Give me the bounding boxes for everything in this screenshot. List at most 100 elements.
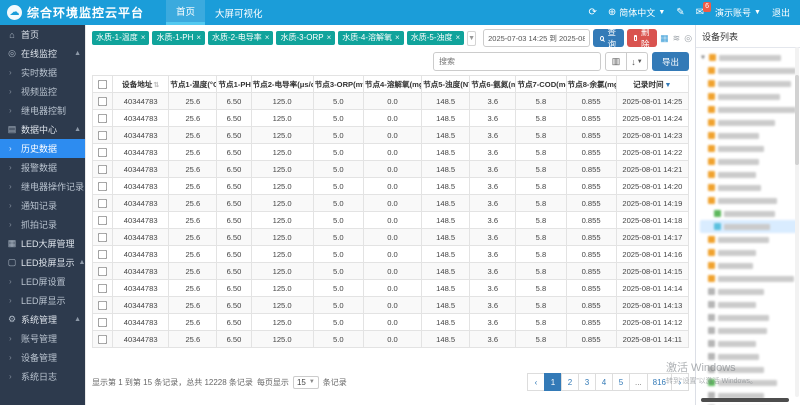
row-checkbox[interactable] (98, 334, 107, 343)
line-view-icon[interactable]: ≋ (673, 33, 681, 44)
column-header[interactable]: 设备地址⇅ (113, 76, 169, 93)
device-tree-item[interactable] (700, 207, 798, 220)
row-checkbox[interactable] (98, 249, 107, 258)
per-page-select[interactable]: 15 ▼ (293, 376, 319, 389)
column-header[interactable]: 节点2-电导率(μs/cm) (251, 76, 313, 93)
sort-desc-icon[interactable]: ▼ (665, 82, 672, 89)
device-tree-item[interactable] (700, 220, 798, 233)
sidebar-item[interactable]: ›视频监控 (0, 82, 85, 101)
device-tree-item[interactable] (700, 129, 798, 142)
sidebar-item[interactable]: ›系统日志 (0, 367, 85, 386)
select-all-checkbox[interactable] (98, 79, 107, 88)
export-button[interactable]: 导出 (652, 52, 689, 71)
device-tree-item[interactable] (700, 142, 798, 155)
tag-close-icon[interactable]: × (395, 34, 400, 42)
pagination-page[interactable]: 4 (595, 373, 613, 391)
search-input[interactable] (433, 52, 601, 71)
edit-icon[interactable]: ✎ (676, 7, 684, 18)
device-tree-item[interactable] (700, 155, 798, 168)
sidebar-item[interactable]: ◎在线监控▲ (0, 44, 85, 63)
row-checkbox[interactable] (98, 232, 107, 241)
tag-close-icon[interactable]: × (327, 34, 332, 42)
logout-button[interactable]: 退出 (772, 6, 790, 19)
sidebar-item[interactable]: ▤数据中心▲ (0, 120, 85, 139)
column-header[interactable]: 节点7-COD(mg/L) (516, 76, 566, 93)
row-checkbox[interactable] (98, 164, 107, 173)
row-checkbox[interactable] (98, 317, 107, 326)
row-checkbox[interactable] (98, 147, 107, 156)
column-header[interactable]: 节点5-浊度(NTU) (422, 76, 470, 93)
device-tree-item[interactable] (700, 90, 798, 103)
device-tree-item[interactable] (700, 337, 798, 350)
language-selector[interactable]: ⊕ 简体中文 ▼ (608, 6, 665, 19)
device-tree-item[interactable] (700, 246, 798, 259)
date-range-input[interactable] (483, 29, 590, 47)
sidebar-item[interactable]: ›设备管理 (0, 348, 85, 367)
device-tree-item[interactable] (700, 350, 798, 363)
column-header[interactable]: 节点1-温度(°C) (169, 76, 217, 93)
device-tree-item[interactable] (700, 181, 798, 194)
row-checkbox[interactable] (98, 113, 107, 122)
column-header[interactable]: 节点4-溶解氧(mg/L) (363, 76, 421, 93)
refresh-icon[interactable]: ⟳ (589, 7, 597, 18)
sidebar-item[interactable]: ▢LED投屏显示▲ (0, 253, 85, 272)
pagination-page[interactable]: 3 (578, 373, 596, 391)
row-checkbox[interactable] (98, 300, 107, 309)
grid-view-icon[interactable]: ▦ (660, 33, 669, 44)
row-checkbox[interactable] (98, 283, 107, 292)
sidebar-item[interactable]: ›LED屏显示 (0, 291, 85, 310)
device-tree-item[interactable] (700, 77, 798, 90)
device-tree-item[interactable] (700, 116, 798, 129)
horizontal-scrollbar-thumb[interactable] (701, 398, 789, 402)
device-tree-item[interactable] (700, 103, 798, 116)
device-tree-item[interactable] (700, 285, 798, 298)
device-tree-item[interactable] (700, 376, 798, 389)
column-header[interactable]: 节点6-氨氮(mg/L) (470, 76, 516, 93)
tags-dropdown-caret[interactable]: ▼ (467, 31, 476, 46)
columns-toggle-button[interactable]: ▥ (605, 52, 627, 71)
column-header[interactable]: 节点3-ORP(mv) (313, 76, 363, 93)
sidebar-item[interactable]: ›实时数据 (0, 63, 85, 82)
device-tree-item[interactable] (700, 363, 798, 376)
sidebar-item[interactable]: ▦LED大屏管理 (0, 234, 85, 253)
sidebar-item[interactable]: ›报警数据 (0, 158, 85, 177)
sidebar-item[interactable]: ›账号管理 (0, 329, 85, 348)
row-checkbox[interactable] (98, 266, 107, 275)
device-tree-item[interactable] (700, 64, 798, 77)
device-tree-item[interactable] (700, 168, 798, 181)
settings-view-icon[interactable]: ◎ (684, 33, 692, 44)
column-header[interactable]: 节点1-PH (217, 76, 251, 93)
pagination-page[interactable]: 5 (612, 373, 630, 391)
sidebar-item[interactable]: ›抓拍记录 (0, 215, 85, 234)
device-tree-item[interactable] (700, 298, 798, 311)
account-menu[interactable]: 演示账号 ▼ (715, 6, 761, 19)
sort-icon[interactable]: ⇅ (153, 82, 159, 89)
tag-close-icon[interactable]: × (456, 34, 461, 42)
message-icon[interactable]: ✉6 (696, 7, 704, 18)
device-tree-item[interactable] (700, 272, 798, 285)
tree-caret-icon[interactable]: ▼ (700, 55, 706, 61)
row-checkbox[interactable] (98, 181, 107, 190)
export-menu-button[interactable]: ↓ ▼ (626, 52, 648, 71)
query-button[interactable]: 查询 (593, 29, 624, 47)
sidebar-item[interactable]: ›LED屏设置 (0, 272, 85, 291)
sidebar-item[interactable]: ⚙系统管理▲ (0, 310, 85, 329)
pagination-page[interactable]: 1 (544, 373, 562, 391)
sidebar-item[interactable]: ›通知记录 (0, 196, 85, 215)
top-tab[interactable]: 首页 (166, 0, 205, 25)
tag-close-icon[interactable]: × (141, 34, 146, 42)
device-tree-item[interactable] (700, 311, 798, 324)
device-tree-item[interactable] (700, 194, 798, 207)
row-checkbox[interactable] (98, 96, 107, 105)
device-tree-item[interactable] (700, 259, 798, 272)
pagination-page[interactable]: 2 (561, 373, 579, 391)
tag-close-icon[interactable]: × (196, 34, 201, 42)
column-header[interactable]: 节点8-余氯(mg/L) (566, 76, 616, 93)
vertical-scrollbar-thumb[interactable] (795, 75, 799, 165)
tag-close-icon[interactable]: × (265, 34, 270, 42)
sidebar-item[interactable]: ›继电器控制 (0, 101, 85, 120)
pagination-page[interactable]: 816 (647, 373, 672, 391)
pagination-prev[interactable]: ‹ (527, 373, 545, 391)
device-tree-item[interactable] (700, 233, 798, 246)
sidebar-item[interactable]: ›历史数据 (0, 139, 85, 158)
